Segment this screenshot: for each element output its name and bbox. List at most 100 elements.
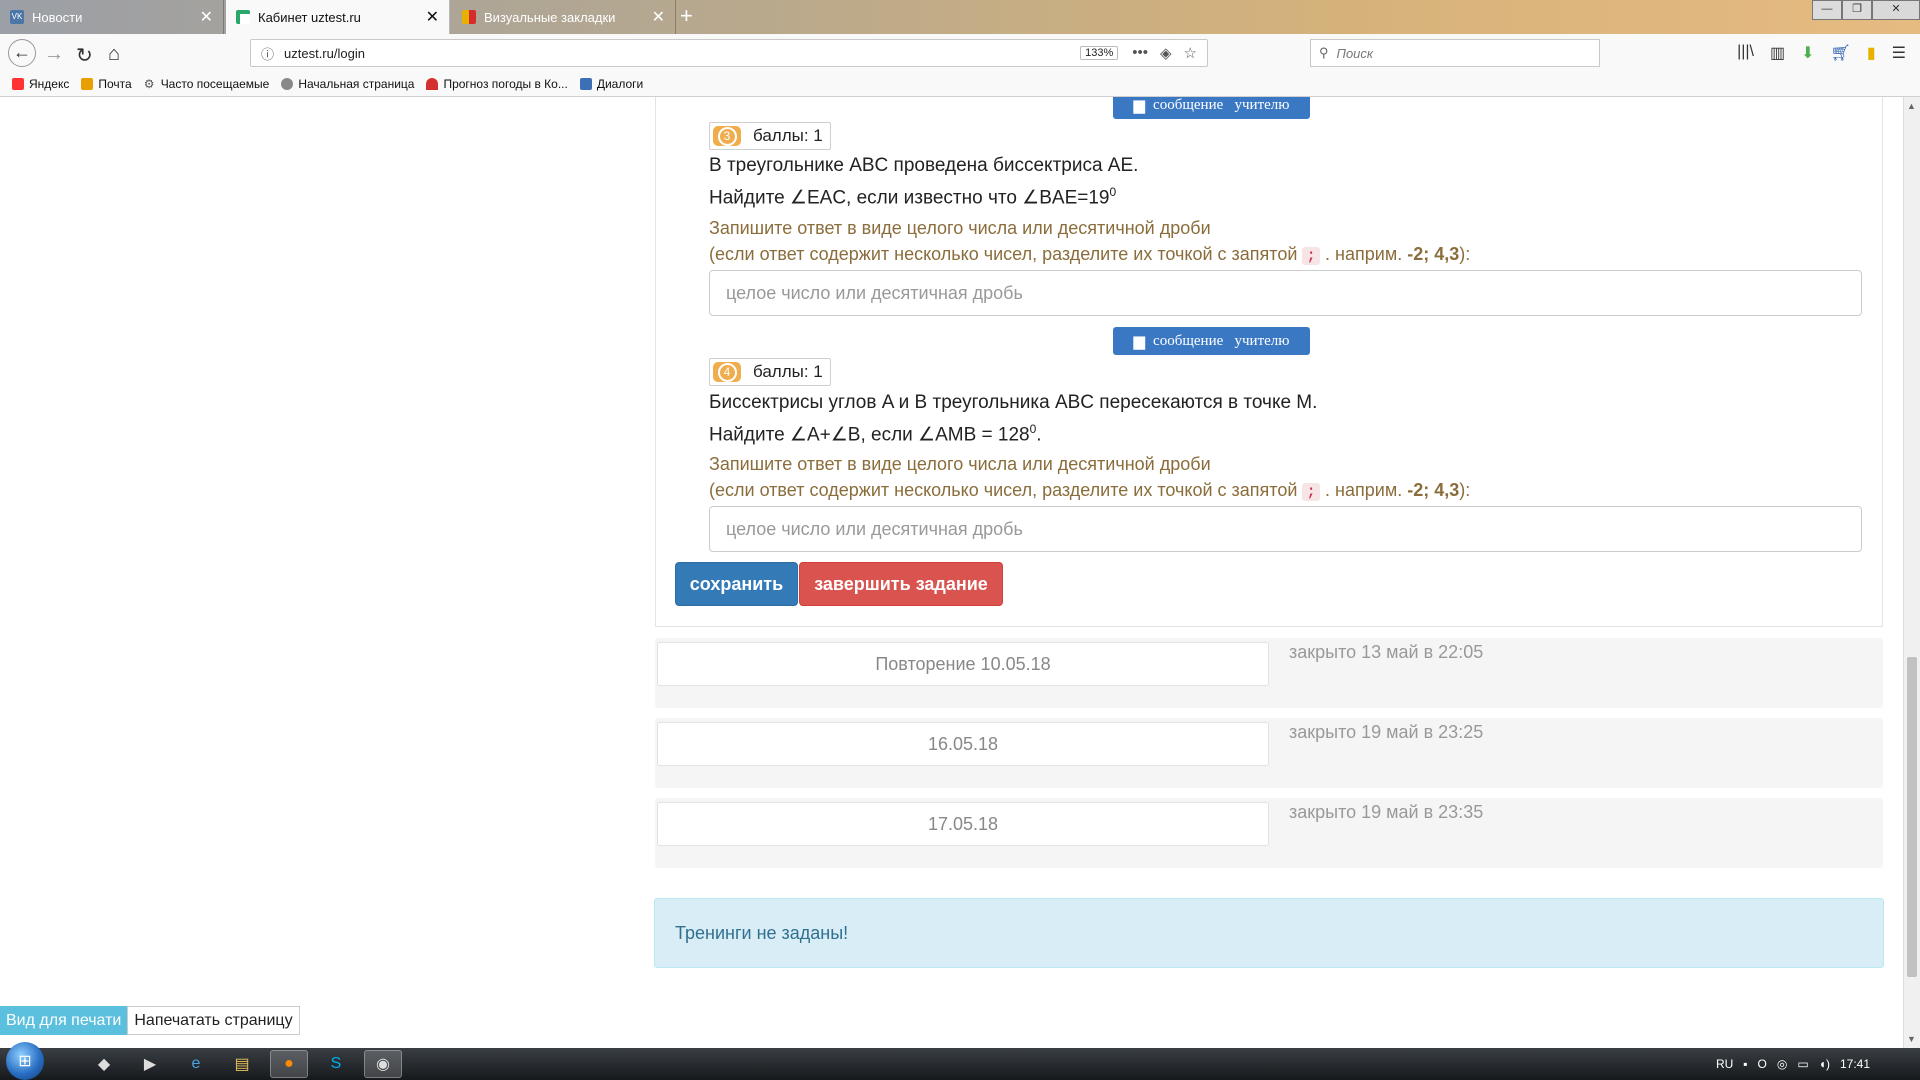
volume-icon[interactable]: ◖) (1819, 1057, 1830, 1071)
app-icon[interactable]: ◉ (364, 1050, 402, 1078)
assignment-name[interactable]: 17.05.18 (657, 802, 1269, 846)
page-content: ▆ сообщение учителю 3 баллы: 1 В треугол… (0, 97, 1904, 1048)
extension-icon[interactable]: ▮ (1867, 43, 1876, 63)
bookmarks-bar: Яндекс Почта ⚙ Часто посещаемые Начальная… (0, 72, 1920, 97)
forward-button[interactable]: → (44, 43, 64, 66)
question-number-badge: 4 (713, 362, 741, 382)
chat-bubble-icon: ▆ (1133, 97, 1146, 114)
tray-icon[interactable]: ◎ (1777, 1057, 1787, 1071)
list-item: 17.05.18 закрыто 19 май в 23:35 (655, 798, 1883, 868)
answer-input[interactable] (709, 506, 1862, 552)
tab-visual-bookmarks[interactable]: Визуальные закладки ✕ (452, 0, 676, 34)
message-teacher-button[interactable]: ▆ сообщение учителю (1113, 327, 1310, 355)
folder-icon[interactable]: ▤ (224, 1051, 260, 1077)
scroll-up-icon[interactable]: ▲ (1907, 101, 1916, 111)
more-icon[interactable]: ••• (1132, 44, 1148, 62)
print-view-button[interactable]: Вид для печати (0, 1006, 128, 1035)
minimize-button[interactable]: — (1812, 0, 1842, 20)
reload-button[interactable]: ↻ (76, 43, 93, 68)
question-line: Биссектрисы углов A и B треугольника ABC… (709, 392, 1318, 413)
question-line: Найдите ∠A+∠B, если ∠AMB = 1280. (709, 422, 1042, 446)
app-icon[interactable]: ◆ (86, 1051, 122, 1077)
bookmark-dialogs[interactable]: Диалоги (579, 77, 644, 91)
url-text[interactable]: uztest.ru/login (284, 46, 1080, 61)
language-indicator[interactable]: RU (1716, 1057, 1733, 1071)
tray-icon[interactable]: ▪ (1743, 1057, 1747, 1071)
library-icon[interactable]: |||\ (1737, 43, 1754, 63)
info-icon[interactable]: ⓘ (261, 44, 274, 63)
tab-label: Кабинет uztest.ru (258, 9, 361, 25)
save-button[interactable]: сохранить (675, 562, 798, 606)
close-icon[interactable]: ✕ (652, 7, 665, 27)
pocket-icon[interactable]: ◈ (1160, 44, 1172, 62)
question-points: баллы: 1 (753, 362, 823, 381)
bookmark-label: Начальная страница (298, 77, 415, 91)
gear-icon: ⚙ (143, 77, 155, 91)
assignment-status: закрыто 19 май в 23:35 (1289, 802, 1484, 822)
question-points: баллы: 1 (753, 126, 823, 145)
search-icon: ⚲ (1319, 45, 1329, 60)
yandex-icon (12, 78, 24, 90)
tab-news[interactable]: VK Новости ✕ (0, 0, 224, 34)
tray-icon[interactable]: O (1758, 1057, 1767, 1071)
finish-task-button[interactable]: завершить задание (799, 562, 1003, 606)
home-button[interactable]: ⌂ (108, 43, 120, 66)
firefox-icon[interactable]: ● (270, 1050, 308, 1078)
tab-bar: VK Новости ✕ Кабинет uztest.ru ✕ Визуаль… (0, 0, 1920, 34)
close-icon[interactable]: ✕ (426, 7, 439, 27)
message-button-label: сообщение учителю (1153, 97, 1290, 113)
skype-icon[interactable]: S (318, 1051, 354, 1077)
nav-bar: ← → ↻ ⌂ ⓘ uztest.ru/login 133% ••• ◈ ☆ ⚲… (0, 34, 1920, 72)
bookmark-label: Диалоги (596, 77, 644, 91)
clock[interactable]: 17:41 (1840, 1057, 1870, 1071)
assignment-status: закрыто 19 май в 23:25 (1289, 722, 1484, 742)
message-teacher-button[interactable]: ▆ сообщение учителю (1113, 97, 1310, 119)
bookmark-weather[interactable]: Прогноз погоды в Ко... (426, 77, 568, 91)
network-icon[interactable]: ▭ (1797, 1057, 1808, 1071)
windows-logo-icon: ⊞ (18, 1053, 32, 1070)
sidebar-icon[interactable]: ▥ (1770, 43, 1785, 63)
ie-icon[interactable]: e (178, 1051, 214, 1077)
print-page-button[interactable]: Напечатать страницу (127, 1006, 300, 1035)
bookmark-yandex[interactable]: Яндекс (12, 77, 69, 91)
scroll-down-icon[interactable]: ▼ (1907, 1034, 1916, 1044)
instruction-line: (если ответ содержит несколько чисел, ра… (709, 480, 1471, 501)
uztest-icon (236, 10, 250, 24)
zoom-level[interactable]: 133% (1080, 46, 1119, 60)
vertical-scrollbar[interactable]: ▲ ▼ (1903, 97, 1920, 1048)
tab-uztest[interactable]: Кабинет uztest.ru ✕ (226, 0, 450, 34)
scrollbar-thumb[interactable] (1907, 657, 1917, 977)
cart-icon[interactable]: 🛒︎ (1831, 43, 1851, 63)
instruction-line: Запишите ответ в виде целого числа или д… (709, 218, 1211, 238)
question-text: Биссектрисы углов A и B треугольника ABC… (709, 389, 1317, 448)
media-player-icon[interactable]: ▶ (132, 1051, 168, 1077)
list-item: 16.05.18 закрыто 19 май в 23:25 (655, 718, 1883, 788)
globe-icon (281, 78, 294, 90)
close-icon[interactable]: ✕ (200, 7, 213, 27)
star-icon[interactable]: ☆ (1184, 44, 1197, 62)
download-icon[interactable]: ⬇ (1801, 43, 1814, 63)
maximize-button[interactable]: ❐ (1842, 0, 1872, 20)
answer-instruction: Запишите ответ в виде целого числа или д… (709, 215, 1470, 269)
assignment-name[interactable]: Повторение 10.05.18 (657, 642, 1269, 686)
assignment-name[interactable]: 16.05.18 (657, 722, 1269, 766)
back-button[interactable]: ← (8, 39, 36, 67)
bookmarks-icon (462, 10, 476, 24)
instruction-line: (если ответ содержит несколько чисел, ра… (709, 244, 1471, 265)
tab-label: Новости (32, 9, 83, 25)
mail-icon (81, 78, 94, 90)
answer-input[interactable] (709, 270, 1862, 316)
bookmark-home[interactable]: Начальная страница (281, 77, 414, 91)
url-bar[interactable]: ⓘ uztest.ru/login 133% ••• ◈ ☆ (250, 39, 1208, 67)
message-button-label: сообщение учителю (1153, 332, 1290, 349)
instruction-line: Запишите ответ в виде целого числа или д… (709, 454, 1211, 474)
new-tab-button[interactable]: + (680, 3, 693, 29)
bookmark-frequent[interactable]: ⚙ Часто посещаемые (144, 77, 270, 91)
bookmark-label: Яндекс (29, 77, 70, 91)
window-close-button[interactable]: ✕ (1872, 0, 1920, 20)
bookmark-mail[interactable]: Почта (81, 77, 132, 91)
search-input[interactable]: ⚲ Поиск (1310, 39, 1600, 67)
menu-icon[interactable]: ☰ (1892, 43, 1906, 63)
start-button[interactable]: ⊞ (6, 1042, 44, 1080)
bookmark-label: Прогноз погоды в Ко... (443, 77, 568, 91)
